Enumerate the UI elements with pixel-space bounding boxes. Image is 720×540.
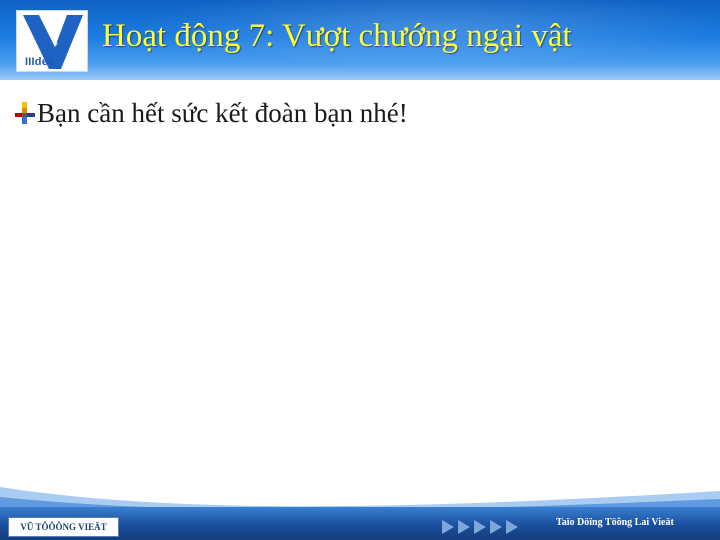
slide-title: Hoạt động 7: Vượt chướng ngại vật xyxy=(102,18,572,54)
footer-left-label: VŨ TÔÔÔNG VIEÄT xyxy=(8,517,119,537)
v-idea-logo: IIIdea xyxy=(16,10,88,72)
bullet-cross-icon xyxy=(15,102,35,124)
forward-arrows-icon[interactable] xyxy=(440,518,530,536)
logo-wordmark: IIIdea xyxy=(25,56,55,68)
footer-right-label: Taïo Döïng Töông Lai Vieät xyxy=(556,517,674,528)
slide-footer: VŨ TÔÔÔNG VIEÄT Taïo Döïng Töông Lai Vie… xyxy=(0,481,720,540)
bullet-text: Bạn cần hết sức kết đoàn bạn nhé! xyxy=(37,97,408,128)
slide-header: IIIdea Hoạt động 7: Vượt chướng ngại vật xyxy=(0,0,720,80)
bullet-item: Bạn cần hết sức kết đoàn bạn nhé! xyxy=(14,95,408,131)
